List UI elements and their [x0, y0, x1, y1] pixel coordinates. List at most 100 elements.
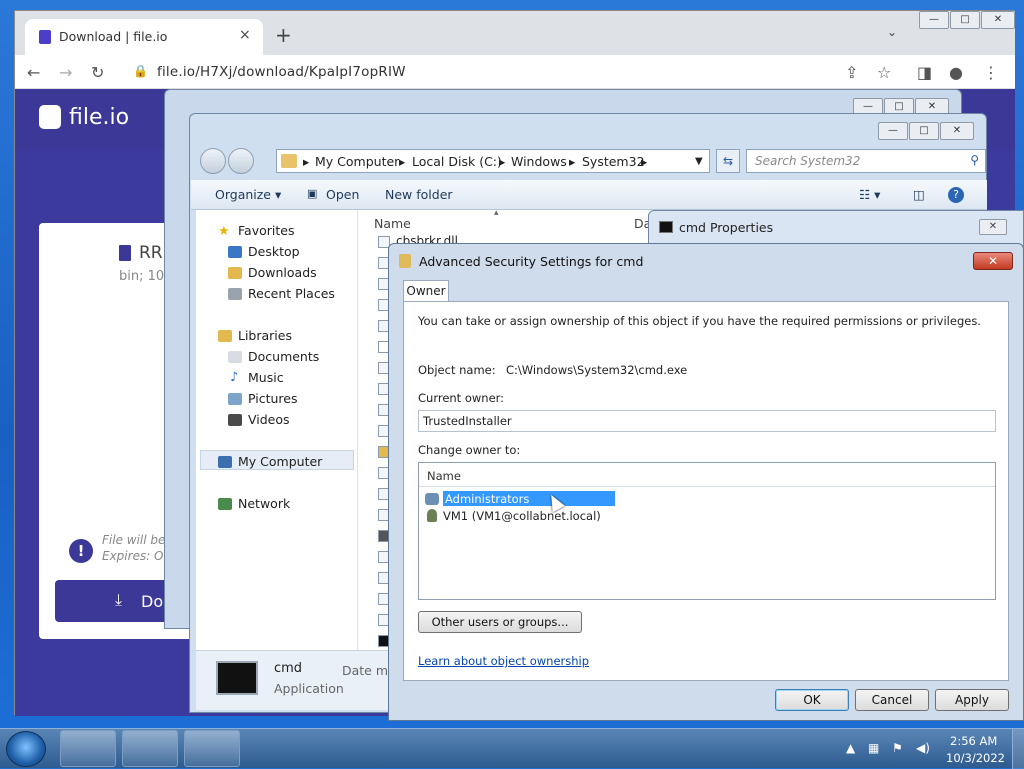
forward-button[interactable] — [228, 148, 254, 174]
nav-downloads[interactable]: Downloads — [248, 265, 317, 280]
tray-volume-icon[interactable]: ◀) — [916, 741, 930, 755]
bookmark-star-icon[interactable]: ☆ — [877, 63, 891, 82]
chrome-caption-buttons: — □ ✕ — [919, 11, 1015, 31]
explorer-close-button[interactable]: ✕ — [940, 122, 974, 140]
cmd-properties-close-button[interactable]: ✕ — [979, 219, 1007, 235]
explorer-address-bar[interactable]: ▸ My Computer ▸ Local Disk (C:) ▸ Window… — [276, 149, 710, 173]
reload-icon[interactable]: ↻ — [91, 63, 104, 82]
other-users-button[interactable]: Other users or groups... — [418, 611, 582, 633]
current-owner-value: TrustedInstaller — [423, 414, 512, 428]
current-owner-label: Current owner: — [418, 391, 505, 405]
organize-button[interactable]: Organize ▾ — [215, 187, 281, 202]
taskbar-explorer-icon[interactable] — [60, 730, 116, 767]
owner-list-header[interactable]: Name — [419, 463, 995, 487]
tab-strip: Download | file.io × + ⌄ — □ ✕ — [15, 11, 1015, 55]
column-name-header[interactable]: Name — [374, 216, 411, 231]
sort-arrow-icon: ▴ — [494, 208, 499, 218]
dialog-title: Advanced Security Settings for cmd — [419, 254, 644, 269]
explorer-caption-buttons: — □ ✕ — [878, 122, 974, 140]
search-icon[interactable]: ⚲ — [970, 153, 979, 167]
lock-icon: 🔒 — [133, 64, 148, 78]
learn-ownership-link[interactable]: Learn about object ownership — [418, 654, 589, 668]
fileio-brand[interactable]: file.io — [69, 105, 129, 130]
show-desktop-button[interactable] — [1012, 729, 1024, 769]
open-button[interactable]: Open — [326, 187, 359, 202]
fileio-logo-icon[interactable] — [39, 105, 61, 129]
breadcrumb-windows[interactable]: Windows — [511, 154, 567, 169]
nav-my-computer[interactable]: My Computer — [238, 454, 322, 469]
tray-network-icon[interactable]: ▦ — [868, 741, 879, 755]
taskbar-media-player-icon[interactable] — [122, 730, 178, 767]
profile-icon[interactable]: ● — [949, 63, 963, 82]
share-icon[interactable]: ⇪ — [845, 63, 858, 82]
tray-date[interactable]: 10/3/2022 — [946, 751, 1005, 765]
owner-panel: You can take or assign ownership of this… — [403, 301, 1009, 681]
nav-pictures[interactable]: Pictures — [248, 391, 298, 406]
new-tab-button[interactable]: + — [275, 23, 292, 47]
preview-pane-icon[interactable]: ◫ — [913, 187, 925, 202]
recent-places-icon — [228, 288, 242, 300]
breadcrumb-system32[interactable]: System32 — [582, 154, 645, 169]
owner-row-label: VM1 (VM1@collabnet.local) — [443, 509, 601, 523]
back-button[interactable] — [200, 148, 226, 174]
tray-expand-icon[interactable]: ▲ — [846, 741, 855, 755]
view-options-icon[interactable]: ☷ ▾ — [859, 187, 880, 202]
owner-row-administrators[interactable]: Administrators (VM1\Administrators) — [425, 491, 615, 520]
libraries-icon — [218, 330, 232, 342]
videos-icon — [228, 414, 242, 426]
ownership-intro: You can take or assign ownership of this… — [418, 314, 981, 328]
nav-network[interactable]: Network — [238, 496, 290, 511]
taskbar-chrome-icon[interactable] — [184, 730, 240, 767]
owner-list: Name Administrators (VM1\Administrators)… — [418, 462, 996, 600]
refresh-button[interactable]: ⇆ — [716, 149, 740, 173]
search-placeholder: Search System32 — [755, 154, 861, 168]
nav-videos[interactable]: Videos — [248, 412, 290, 427]
start-button[interactable] — [6, 731, 46, 767]
breadcrumb-local-disk[interactable]: Local Disk (C:) — [412, 154, 502, 169]
breadcrumb-my-computer[interactable]: My Computer — [315, 154, 399, 169]
ok-button[interactable]: OK — [775, 689, 849, 711]
nav-favorites[interactable]: Favorites — [238, 223, 294, 238]
tab-search-icon[interactable]: ⌄ — [887, 25, 897, 39]
apply-button[interactable]: Apply — [935, 689, 1009, 711]
explorer-minimize-button[interactable]: — — [878, 122, 908, 140]
expire-note: File will be — [102, 533, 166, 547]
side-panel-icon[interactable]: ◨ — [917, 63, 932, 82]
address-dropdown-icon[interactable]: ▼ — [695, 156, 703, 167]
chrome-menu-icon[interactable]: ⋮ — [983, 63, 999, 82]
cmd-properties-title: cmd Properties — [679, 220, 774, 235]
nav-desktop[interactable]: Desktop — [248, 244, 300, 259]
nav-music[interactable]: Music — [248, 370, 284, 385]
nav-libraries[interactable]: Libraries — [238, 328, 292, 343]
close-button[interactable]: ✕ — [981, 11, 1015, 29]
navigation-pane: ★ Favorites Desktop Downloads Recent Pla… — [196, 210, 358, 650]
minimize-button[interactable]: — — [919, 11, 949, 29]
new-folder-button[interactable]: New folder — [385, 187, 453, 202]
cmd-title-icon — [659, 221, 673, 233]
breadcrumb-sep-icon: ▸ — [641, 154, 648, 169]
maximize-button[interactable]: □ — [950, 11, 980, 29]
tray-time[interactable]: 2:56 AM — [950, 734, 997, 748]
cancel-button[interactable]: Cancel — [855, 689, 929, 711]
user-icon — [427, 509, 437, 522]
tab-owner[interactable]: Owner — [403, 280, 449, 302]
nav-recent-places[interactable]: Recent Places — [248, 286, 335, 301]
tray-flag-icon[interactable]: ⚑ — [892, 741, 903, 755]
nav-documents[interactable]: Documents — [248, 349, 319, 364]
forward-arrow-icon[interactable]: → — [59, 63, 72, 82]
address-bar[interactable]: 🔒 file.io/H7Xj/download/KpaIpI7opRIW — [123, 59, 883, 85]
dialog-close-button[interactable]: ✕ — [973, 252, 1013, 270]
breadcrumb-sep-icon: ▸ — [499, 154, 506, 169]
tab-close-icon[interactable]: × — [239, 27, 251, 43]
details-file-type: Application — [274, 681, 344, 696]
browser-tab[interactable]: Download | file.io × — [25, 19, 263, 55]
explorer-search-box[interactable]: Search System32 ⚲ — [746, 149, 986, 173]
owner-row-vm1[interactable]: VM1 (VM1@collabnet.local) — [425, 508, 615, 524]
group-icon — [425, 493, 439, 505]
help-icon[interactable]: ? — [948, 187, 964, 203]
desktop-icon — [228, 246, 242, 258]
object-name-value: C:\Windows\System32\cmd.exe — [506, 363, 688, 377]
back-arrow-icon[interactable]: ← — [27, 63, 40, 82]
explorer-maximize-button[interactable]: □ — [909, 122, 939, 140]
object-name-label: Object name: — [418, 363, 496, 377]
